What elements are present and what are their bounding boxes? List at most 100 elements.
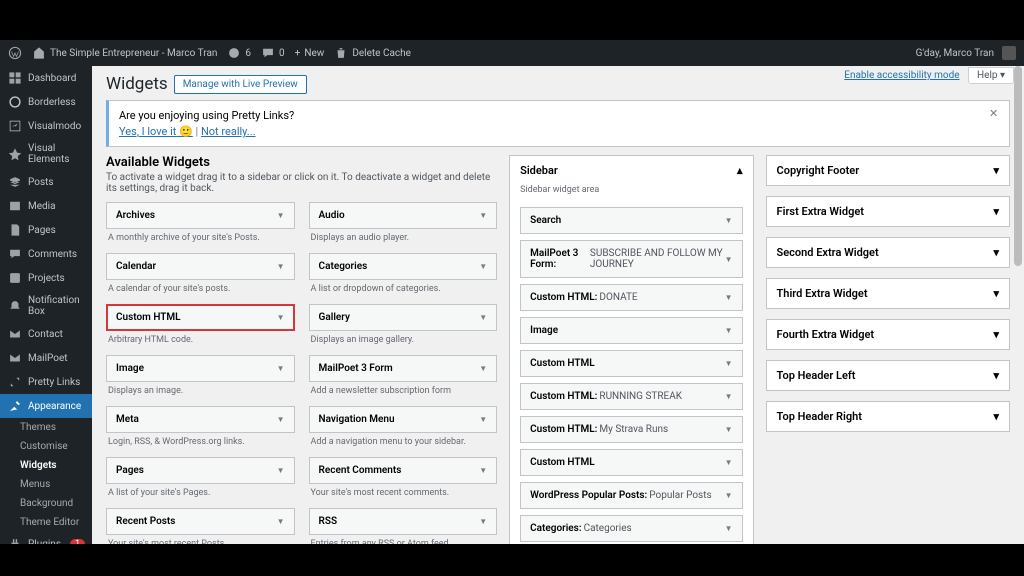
chevron-down-icon: ▼: [277, 466, 285, 475]
placed-widget[interactable]: Image▼: [520, 317, 742, 344]
updates-count[interactable]: 6: [227, 46, 251, 60]
chevron-down-icon: ▼: [479, 313, 487, 322]
widget-area-toggle[interactable]: Fourth Extra Widget▾: [767, 320, 1009, 349]
chevron-down-icon: ▾: [993, 328, 999, 341]
sidebar-item-mailpoet[interactable]: MailPoet: [0, 346, 92, 370]
comments-count[interactable]: 0: [261, 46, 285, 60]
available-widget-calendar[interactable]: Calendar▼: [106, 253, 295, 280]
notice-yes-link[interactable]: Yes, I love it 🙂: [119, 125, 193, 138]
main-content: Enable accessibility mode Help ▾ Widgets…: [92, 66, 1024, 544]
widget-area-toggle[interactable]: Second Extra Widget▾: [767, 238, 1009, 267]
placed-widget[interactable]: Search▼: [520, 207, 742, 234]
widget-area-toggle[interactable]: First Extra Widget▾: [767, 197, 1009, 226]
sidebar-item-visual-elements[interactable]: Visual Elements: [0, 138, 92, 170]
sidebar-item-contact[interactable]: Contact: [0, 322, 92, 346]
chevron-down-icon: ▼: [725, 293, 733, 302]
submenu-item-theme-editor[interactable]: Theme Editor: [0, 513, 92, 532]
chevron-down-icon: ▼: [277, 364, 285, 373]
available-widget-mailpoet-3-form[interactable]: MailPoet 3 Form▼: [309, 355, 498, 382]
chevron-down-icon: ▾: [993, 164, 999, 177]
available-widget-custom-html[interactable]: Custom HTML▼: [106, 304, 295, 331]
available-widget-meta[interactable]: Meta▼: [106, 406, 295, 433]
notice-no-link[interactable]: Not really...: [201, 125, 256, 138]
chevron-down-icon: ▼: [479, 466, 487, 475]
admin-sidebar: DashboardBorderlessVisualmodoVisual Elem…: [0, 66, 92, 544]
submenu-item-menus[interactable]: Menus: [0, 475, 92, 494]
chevron-down-icon: ▼: [725, 458, 733, 467]
delete-cache-button[interactable]: Delete Cache: [334, 46, 411, 60]
sidebar-item-posts[interactable]: Posts: [0, 170, 92, 194]
chevron-down-icon: ▾: [993, 369, 999, 382]
submenu-item-widgets[interactable]: Widgets: [0, 456, 92, 475]
widget-area-sidebar: Sidebar▴Sidebar widget areaSearch▼MailPo…: [509, 155, 753, 544]
sidebar-item-plugins[interactable]: Plugins1: [0, 532, 92, 544]
placed-widget[interactable]: Categories: Categories▼: [520, 515, 742, 542]
placed-widget[interactable]: Custom HTML: My Strava Runs▼: [520, 416, 742, 443]
available-widget-image[interactable]: Image▼: [106, 355, 295, 382]
sidebar-item-borderless[interactable]: Borderless: [0, 90, 92, 114]
site-name[interactable]: The Simple Entrepreneur - Marco Tran: [32, 46, 217, 60]
available-widget-archives[interactable]: Archives▼: [106, 202, 295, 229]
sidebar-item-notification-box[interactable]: Notification Box: [0, 290, 92, 322]
widget-area-toggle[interactable]: Top Header Right▾: [767, 402, 1009, 431]
help-tab[interactable]: Help ▾: [968, 67, 1014, 84]
chevron-down-icon: ▼: [277, 415, 285, 424]
available-widget-navigation-menu[interactable]: Navigation Menu▼: [309, 406, 498, 433]
widget-area-toggle[interactable]: Sidebar▴: [510, 156, 752, 185]
sidebar-item-visualmodo[interactable]: Visualmodo: [0, 114, 92, 138]
chevron-down-icon: ▼: [725, 392, 733, 401]
submenu-item-themes[interactable]: Themes: [0, 418, 92, 437]
sidebar-item-dashboard[interactable]: Dashboard: [0, 66, 92, 90]
widget-areas-middle: Sidebar▴Sidebar widget areaSearch▼MailPo…: [509, 155, 753, 544]
widget-area-top-header-left: Top Header Left▾: [766, 360, 1010, 391]
admin-bar: The Simple Entrepreneur - Marco Tran 6 0…: [0, 40, 1024, 66]
placed-widget[interactable]: Custom HTML▼: [520, 449, 742, 476]
placed-widget[interactable]: Custom HTML▼: [520, 350, 742, 377]
chevron-down-icon: ▼: [479, 517, 487, 526]
scrollbar[interactable]: [1014, 66, 1022, 544]
chevron-down-icon: ▼: [479, 415, 487, 424]
sidebar-item-projects[interactable]: Projects: [0, 266, 92, 290]
submenu-item-background[interactable]: Background: [0, 494, 92, 513]
widget-area-copyright-footer: Copyright Footer▾: [766, 155, 1010, 186]
available-widget-categories[interactable]: Categories▼: [309, 253, 498, 280]
chevron-down-icon: ▾: [993, 246, 999, 259]
chevron-down-icon: ▼: [725, 216, 733, 225]
chevron-down-icon: ▼: [277, 262, 285, 271]
wp-logo[interactable]: [8, 46, 22, 60]
available-widget-gallery[interactable]: Gallery▼: [309, 304, 498, 331]
widget-area-toggle[interactable]: Top Header Left▾: [767, 361, 1009, 390]
placed-widget[interactable]: Custom HTML: RUNNING STREAK▼: [520, 383, 742, 410]
available-widget-recent-posts[interactable]: Recent Posts▼: [106, 508, 295, 535]
live-preview-button[interactable]: Manage with Live Preview: [174, 75, 307, 94]
chevron-down-icon: ▼: [277, 313, 285, 322]
new-button[interactable]: + New: [295, 48, 325, 59]
chevron-down-icon: ▼: [725, 326, 733, 335]
available-widget-pages[interactable]: Pages▼: [106, 457, 295, 484]
sidebar-item-pretty-links[interactable]: Pretty Links: [0, 370, 92, 394]
accessibility-link[interactable]: Enable accessibility mode: [844, 70, 959, 81]
sidebar-item-comments[interactable]: Comments: [0, 242, 92, 266]
placed-widget[interactable]: WordPress Popular Posts: Popular Posts▼: [520, 482, 742, 509]
user-greeting[interactable]: G'day, Marco Tran: [916, 48, 994, 59]
close-icon[interactable]: ✕: [989, 107, 1003, 121]
widget-area-toggle[interactable]: Third Extra Widget▾: [767, 279, 1009, 308]
avatar[interactable]: [1002, 46, 1016, 60]
sidebar-item-pages[interactable]: Pages: [0, 218, 92, 242]
chevron-down-icon: ▼: [725, 425, 733, 434]
available-widget-rss[interactable]: RSS▼: [309, 508, 498, 535]
sidebar-item-media[interactable]: Media: [0, 194, 92, 218]
sidebar-item-appearance[interactable]: Appearance: [0, 394, 92, 418]
available-widget-audio[interactable]: Audio▼: [309, 202, 498, 229]
chevron-down-icon: ▼: [725, 255, 733, 264]
submenu-item-customise[interactable]: Customise: [0, 437, 92, 456]
placed-widget[interactable]: Custom HTML: DONATE▼: [520, 284, 742, 311]
widget-areas-right: Copyright Footer▾ First Extra Widget▾ Seco…: [766, 155, 1010, 544]
placed-widget[interactable]: MailPoet 3 Form: SUBSCRIBE AND FOLLOW MY…: [520, 240, 742, 278]
widget-area-top-header-right: Top Header Right▾: [766, 401, 1010, 432]
chevron-down-icon: ▼: [725, 491, 733, 500]
widget-area-toggle[interactable]: Copyright Footer▾: [767, 156, 1009, 185]
available-widget-recent-comments[interactable]: Recent Comments▼: [309, 457, 498, 484]
chevron-down-icon: ▼: [479, 262, 487, 271]
available-widgets: Available Widgets To activate a widget d…: [106, 155, 497, 544]
